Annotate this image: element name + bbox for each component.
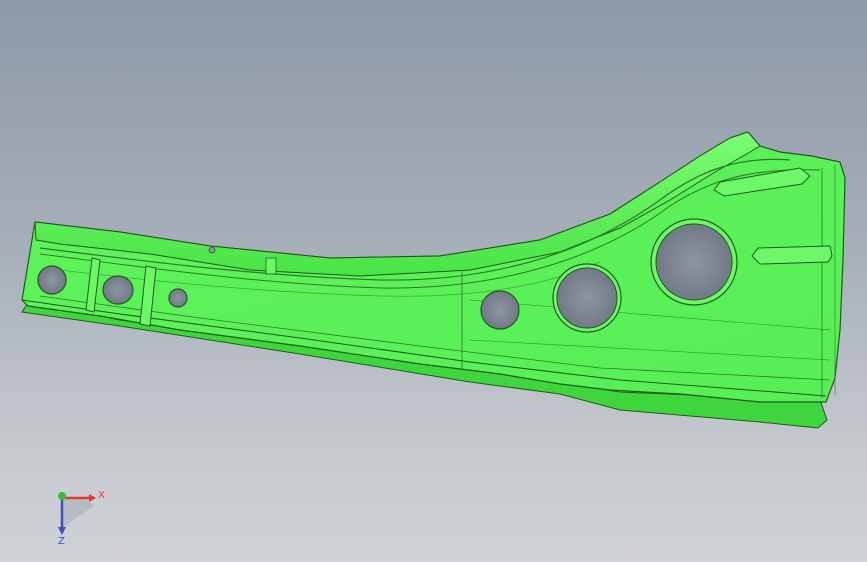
hole-1	[37, 265, 67, 295]
coordinate-triad: X Z	[40, 480, 120, 550]
hole-2	[102, 275, 134, 305]
z-axis-label: Z	[58, 536, 65, 547]
hole-5	[556, 267, 618, 329]
hole-4	[480, 290, 520, 330]
hole-6	[655, 223, 733, 301]
hole-3	[168, 288, 188, 308]
part-model[interactable]	[0, 0, 867, 562]
y-axis-arrow	[58, 492, 66, 500]
x-axis-label: X	[98, 490, 105, 501]
graphics-viewport[interactable]: X Z	[0, 0, 867, 562]
